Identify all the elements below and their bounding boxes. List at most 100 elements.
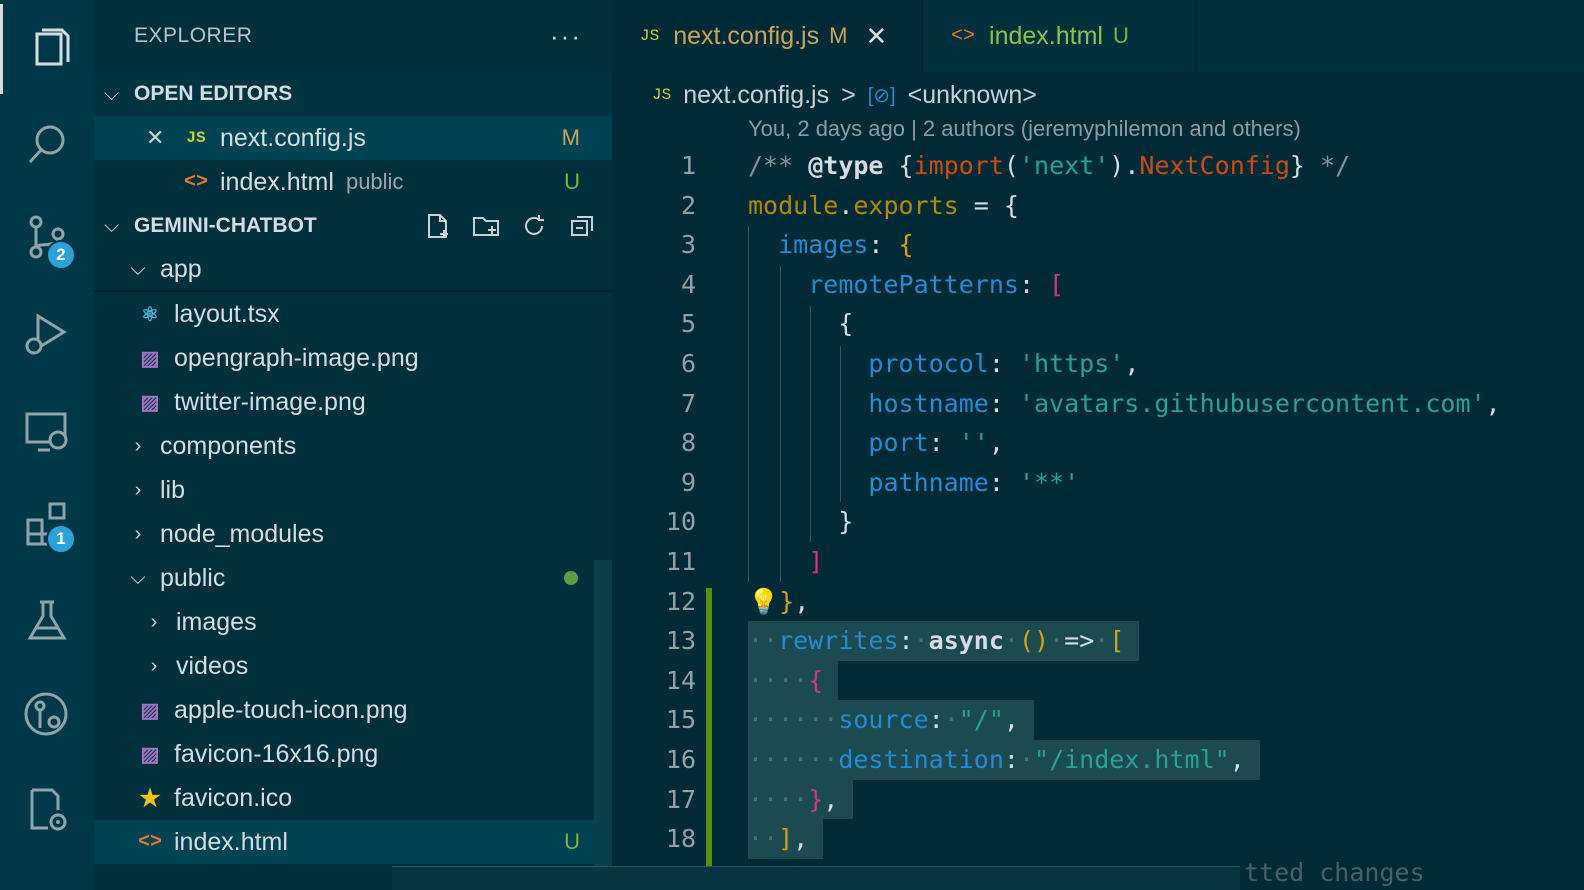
open-editor-filename: next.config.js [220, 123, 366, 152]
code-line: 10 } [612, 502, 1584, 542]
code-text: hostname: 'avatars.githubusercontent.com… [868, 388, 1501, 418]
code-line: 3 images: { [612, 225, 1584, 265]
symbol-icon: [⊘] [867, 84, 896, 107]
file-item[interactable]: ▨ favicon-16x16.png [94, 732, 612, 776]
code-text: ] [808, 546, 824, 576]
code-line: 16 ······destination:·"/index.html", [612, 739, 1584, 780]
sidebar-scrollbar[interactable] [594, 560, 612, 870]
explorer-sidebar: EXPLORER ··· ⌵ OPEN EDITORS ✕ JS next.co… [94, 0, 612, 890]
folder-item[interactable]: › components [94, 424, 612, 468]
open-editors-section[interactable]: ⌵ OPEN EDITORS [94, 72, 612, 116]
file-item[interactable]: ▨ opengraph-image.png [94, 336, 612, 380]
collapse-all-icon[interactable] [568, 212, 596, 240]
file-label: favicon.ico [174, 783, 293, 812]
tab-next-config[interactable]: JS next.config.js M ✕ [612, 0, 922, 72]
close-icon[interactable]: ✕ [146, 125, 184, 151]
close-icon[interactable]: ✕ [865, 21, 887, 52]
line-number: 6 [680, 348, 696, 378]
file-item[interactable]: ▨ twitter-image.png [94, 380, 612, 424]
git-blame-annotation[interactable]: You, 2 days ago | 2 authors (jeremyphile… [748, 116, 1301, 142]
image-file-icon: ▨ [140, 699, 160, 722]
run-debug-icon[interactable] [0, 288, 94, 378]
tab-index-html[interactable]: <> index.html U [922, 0, 1196, 72]
file-item[interactable]: ▨ apple-touch-icon.png [94, 688, 612, 732]
code-text: images: { [778, 230, 914, 260]
folder-public[interactable]: ⌵ public [94, 556, 612, 600]
folder-item[interactable]: › node_modules [94, 512, 612, 556]
ghost-text: tted changes [1244, 858, 1425, 887]
testing-icon[interactable] [0, 576, 94, 666]
indent-guide [810, 306, 811, 542]
breadcrumb-symbol[interactable]: <unknown> [908, 81, 1037, 110]
explorer-icon[interactable] [0, 4, 94, 94]
breadcrumb-file[interactable]: next.config.js [683, 81, 829, 110]
new-file-icon[interactable] [424, 212, 452, 240]
code-line: 17 ····}, [612, 779, 1584, 820]
code-editor[interactable]: 1 /** @type {import('next').NextConfig} *… [612, 146, 1584, 859]
react-file-icon: ⚛ [141, 303, 159, 326]
file-item[interactable]: ★ favicon.ico [94, 776, 612, 820]
code-text: /** @type {import('next').NextConfig} */ [748, 151, 1351, 180]
folder-item[interactable]: › videos [94, 644, 612, 688]
settings-sync-icon[interactable] [0, 766, 94, 856]
folder-label: node_modules [160, 519, 325, 548]
code-text: ····{ [748, 660, 839, 701]
lightbulb-icon[interactable]: 💡 [748, 587, 779, 616]
code-text: remotePatterns: [ [808, 269, 1065, 299]
code-line: 11 ] [612, 542, 1584, 582]
line-number: 18 [665, 824, 696, 854]
untracked-status: U [564, 829, 580, 854]
explorer-header: EXPLORER ··· [94, 0, 612, 72]
html-file-icon: <> [138, 830, 163, 854]
project-section[interactable]: ⌵ GEMINI-CHATBOT [94, 204, 612, 248]
folder-item[interactable]: › lib [94, 468, 612, 512]
source-control-icon[interactable]: 2 [0, 192, 94, 282]
more-actions-icon[interactable]: ··· [550, 21, 582, 52]
folder-app[interactable]: ⌵ app [94, 248, 612, 292]
html-file-icon: <> [951, 24, 976, 48]
javascript-file-icon: JS [640, 27, 660, 45]
file-label: apple-touch-icon.png [174, 695, 408, 724]
new-folder-icon[interactable] [472, 212, 500, 240]
file-label: favicon-16x16.png [174, 739, 379, 768]
file-item-selected[interactable]: <> index.html U [94, 820, 612, 864]
line-number: 15 [665, 705, 696, 735]
line-number: 10 [665, 507, 696, 537]
project-actions [424, 212, 596, 240]
code-text: ··], [748, 819, 824, 859]
image-file-icon: ▨ [140, 391, 160, 414]
chevron-right-icon: › [150, 610, 158, 633]
remote-explorer-icon[interactable] [0, 386, 94, 476]
line-number: 8 [680, 428, 696, 458]
file-label: opengraph-image.png [174, 343, 419, 372]
star-icon: ★ [139, 784, 161, 812]
line-number: 4 [680, 269, 696, 299]
search-icon[interactable] [0, 100, 94, 190]
chevron-down-icon: ⌵ [104, 82, 120, 105]
code-line: 15 ······source:·"/", [612, 700, 1584, 740]
line-number: 5 [680, 309, 696, 339]
line-number: 1 [680, 151, 696, 180]
chevron-right-icon: › [150, 654, 158, 677]
open-editor-item[interactable]: ✕ JS next.config.js M [94, 116, 612, 160]
open-editor-item[interactable]: <> index.html public U [94, 160, 612, 204]
folder-label: public [160, 563, 226, 592]
line-number: 11 [665, 546, 696, 576]
code-line: 9 pathname: '**' [612, 463, 1584, 503]
indent-guide [748, 226, 749, 582]
refresh-icon[interactable] [520, 212, 548, 240]
git-graph-icon[interactable] [0, 670, 94, 760]
code-line: 1 /** @type {import('next').NextConfig} *… [612, 146, 1584, 186]
extensions-icon[interactable]: 1 [0, 478, 94, 568]
chevron-right-icon: › [134, 478, 142, 501]
code-line: 6 protocol: 'https', [612, 344, 1584, 384]
file-label: twitter-image.png [174, 387, 366, 416]
code-line: 18 ··], [612, 819, 1584, 859]
line-number: 7 [680, 388, 696, 418]
file-item[interactable]: ⚛ layout.tsx [94, 292, 612, 336]
indent-guide [780, 266, 781, 582]
modified-status: M [561, 125, 580, 150]
folder-item[interactable]: › images [94, 600, 612, 644]
code-text: pathname: '**' [868, 467, 1080, 497]
chevron-right-icon: › [134, 434, 142, 457]
